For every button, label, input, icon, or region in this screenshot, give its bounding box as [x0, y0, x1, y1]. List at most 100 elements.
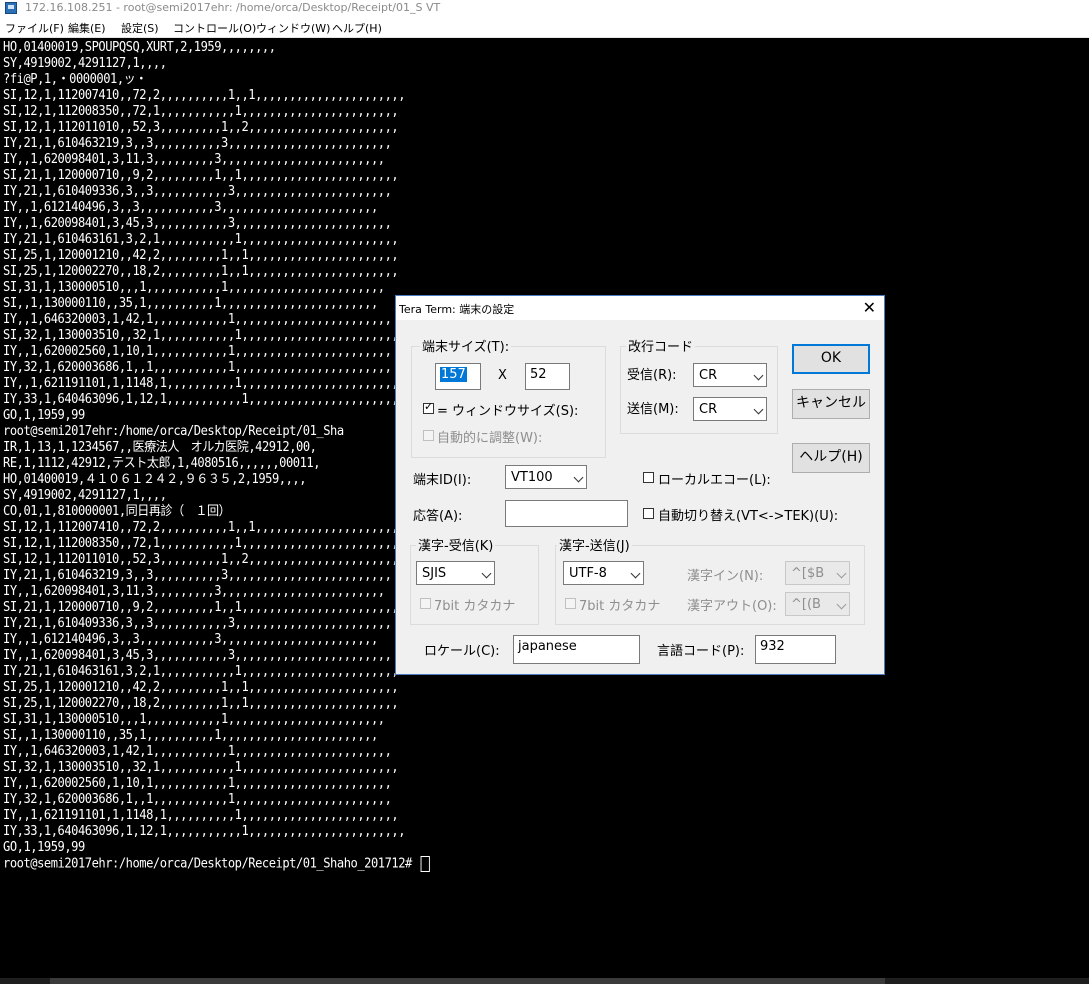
menu-setup[interactable]: 設定(S) — [121, 20, 159, 36]
kanji-receive-select[interactable]: SJIS — [416, 561, 495, 585]
terminal-line: IY,,1,621191101,1,1148,1,,,,,,,,,,1,,,,,… — [3, 808, 399, 823]
terminal-line: IY,21,1,610463161,3,2,1,,,,,,,,,,,1,,,,,… — [3, 232, 399, 247]
chevron-down-icon — [753, 404, 764, 415]
terminal-line: SI,31,1,130000510,,,1,,,,,,,,,,,1,,,,,,,… — [3, 712, 385, 727]
auto-adjust-label: 自動的に調整(W): — [437, 431, 543, 446]
terminal-line: IY,,1,620002560,1,10,1,,,,,,,,,,,1,,,,,,… — [3, 776, 392, 791]
terminal-line: SY,4919002,4291127,1,,,, — [3, 488, 167, 503]
terminal-line: IY,,1,612140496,3,,3,,,,,,,,,,,3,,,,,,,,… — [3, 200, 378, 215]
terminal-line: SI,25,1,120001210,,42,2,,,,,,,,,1,,1,,,,… — [3, 248, 399, 263]
terminal-line: GO,1,1959,99 — [3, 840, 85, 855]
window-size-checkbox[interactable] — [423, 400, 434, 414]
terminal-line: SI,25,1,120002270,,18,2,,,,,,,,,1,,1,,,,… — [3, 264, 399, 279]
answerback-input[interactable] — [505, 500, 628, 527]
text-cursor — [420, 856, 430, 872]
dialog-title: Tera Term: 端末の設定 — [399, 303, 515, 316]
cancel-button[interactable]: キャンセル — [792, 389, 870, 419]
terminal-line: SI,21,1,120000710,,9,2,,,,,,,,,1,,1,,,,,… — [3, 168, 399, 183]
scrollbar-thumb[interactable] — [50, 978, 885, 984]
terminal-line: SI,12,1,112007410,,72,2,,,,,,,,,,1,,1,,,… — [3, 520, 406, 535]
terminal-line: IR,1,13,1,1234567,,医療法人 オルカ医院,42912,00, — [3, 440, 317, 455]
kanji-receive-label: 漢字-受信(K) — [416, 535, 496, 554]
terminal-line: SI,12,1,112011010,,52,3,,,,,,,,,1,,2,,,,… — [3, 120, 399, 135]
terminal-line: SY,4919002,4291127,1,,,, — [3, 56, 167, 71]
dialog-titlebar: Tera Term: 端末の設定 ✕ — [396, 296, 884, 320]
menu-window[interactable]: ウィンドウ(W) — [256, 20, 330, 36]
terminal-line: IY,33,1,640463096,1,12,1,,,,,,,,,,,1,,,,… — [3, 392, 406, 407]
chevron-down-icon — [630, 568, 641, 579]
auto-switch-label: 自動切り替え(VT<->TEK)(U): — [658, 509, 839, 524]
kanji-out-value: ^[(B — [791, 597, 821, 612]
terminal-line: IY,,1,620002560,1,10,1,,,,,,,,,,,1,,,,,,… — [3, 344, 392, 359]
terminal-line: ?fi@P,1,・0000001,ッ・ — [3, 72, 147, 87]
terminal-id-select[interactable]: VT100 — [505, 465, 587, 489]
chevron-down-icon — [836, 568, 847, 579]
terminal-line: IY,,1,612140496,3,,3,,,,,,,,,,,3,,,,,,,,… — [3, 632, 378, 647]
terminal-line: IY,,1,646320003,1,42,1,,,,,,,,,,,1,,,,,,… — [3, 312, 392, 327]
codepage-label: 言語コード(P): — [657, 644, 745, 659]
shell-prompt: root@semi2017ehr:/home/orca/Desktop/Rece… — [3, 856, 430, 872]
terminal-line: IY,21,1,610409336,3,,3,,,,,,,,,,,3,,,,,,… — [3, 616, 392, 631]
help-button[interactable]: ヘルプ(H) — [792, 443, 870, 473]
terminal-line: IY,33,1,640463096,1,12,1,,,,,,,,,,,1,,,,… — [3, 824, 406, 839]
terminal-size-label: 端末サイズ(T): — [420, 336, 512, 355]
terminal-line: SI,21,1,120000710,,9,2,,,,,,,,,1,,1,,,,,… — [3, 600, 399, 615]
terminal-id-label: 端末ID(I): — [413, 473, 472, 488]
kanji-send-value: UTF-8 — [569, 566, 607, 581]
newline-label: 改行コード — [626, 336, 696, 355]
close-icon[interactable]: ✕ — [863, 298, 876, 317]
local-echo-label: ローカルエコー(L): — [658, 473, 771, 488]
kanji-out-label: 漢字アウト(O): — [687, 599, 777, 614]
terminal-line: HO,01400019,４１０６１２４２,９６３５,2,1959,,,, — [3, 472, 307, 487]
kanji-send-label: 漢字-送信(J) — [557, 535, 632, 554]
terminal-line: GO,1,1959,99 — [3, 408, 85, 423]
terminal-line: SI,32,1,130003510,,32,1,,,,,,,,,,,1,,,,,… — [3, 760, 399, 775]
auto-adjust-checkbox[interactable] — [423, 430, 434, 441]
kanji-send-7bit-label: 7bit カタカナ — [579, 599, 661, 614]
local-echo-checkbox[interactable] — [643, 472, 654, 483]
menu-file[interactable]: ファイル(F) — [5, 20, 64, 36]
kanji-receive-value: SJIS — [422, 566, 447, 581]
chevron-down-icon — [753, 370, 764, 381]
horizontal-scrollbar[interactable] — [0, 978, 1089, 984]
receive-newline-value: CR — [699, 368, 718, 383]
terminal-line: SI,,1,130000110,,35,1,,,,,,,,,,1,,,,,,,,… — [3, 728, 378, 743]
terminal-line: IY,21,1,610463161,3,2,1,,,,,,,,,,,1,,,,,… — [3, 664, 399, 679]
kanji-out-select[interactable]: ^[(B — [785, 592, 850, 616]
receive-newline-select[interactable]: CR — [693, 363, 767, 387]
terminal-line: IY,,1,620098401,3,45,3,,,,,,,,,,,3,,,,,,… — [3, 216, 392, 231]
terminal-width-input[interactable]: 157 — [435, 363, 481, 390]
send-newline-select[interactable]: CR — [693, 397, 767, 421]
ok-button[interactable]: OK — [792, 344, 870, 374]
teraterm-app-icon[interactable] — [5, 2, 17, 14]
terminal-line: IY,,1,646320003,1,42,1,,,,,,,,,,,1,,,,,,… — [3, 744, 392, 759]
terminal-setup-dialog: Tera Term: 端末の設定 ✕ 端末サイズ(T): 157 X 52 = … — [395, 295, 885, 675]
chevron-down-icon — [836, 599, 847, 610]
auto-switch-checkbox[interactable] — [643, 508, 654, 519]
kanji-receive-7bit-label: 7bit カタカナ — [434, 599, 516, 614]
terminal-line: IY,32,1,620003686,1,,1,,,,,,,,,,,1,,,,,,… — [3, 360, 392, 375]
kanji-receive-7bit-checkbox[interactable] — [420, 598, 431, 609]
menu-control[interactable]: コントロール(O) — [173, 20, 256, 36]
menu-edit[interactable]: 編集(E) — [68, 20, 106, 36]
terminal-line: IY,,1,620098401,3,45,3,,,,,,,,,,,3,,,,,,… — [3, 648, 392, 663]
receive-label: 受信(R): — [627, 368, 677, 383]
locale-input[interactable]: japanese — [513, 635, 640, 664]
terminal-line: IY,21,1,610409336,3,,3,,,,,,,,,,,3,,,,,,… — [3, 184, 392, 199]
send-newline-value: CR — [699, 402, 718, 417]
terminal-line: RE,1,1112,42912,テスト太郎,1,4080516,,,,,,000… — [3, 456, 321, 471]
kanji-in-value: ^[$B — [791, 566, 825, 581]
prompt-text: root@semi2017ehr:/home/orca/Desktop/Rece… — [3, 856, 419, 872]
terminal-height-input[interactable]: 52 — [525, 363, 570, 390]
codepage-input[interactable]: 932 — [755, 635, 836, 664]
menu-help[interactable]: ヘルプ(H) — [332, 20, 382, 36]
terminal-line: root@semi2017ehr:/home/orca/Desktop/Rece… — [3, 424, 344, 439]
terminal-line: SI,25,1,120002270,,18,2,,,,,,,,,1,,1,,,,… — [3, 696, 399, 711]
window-title: 172.16.108.251 - root@semi2017ehr: /home… — [25, 1, 441, 14]
terminal-line: SI,12,1,112008350,,72,1,,,,,,,,,,,1,,,,,… — [3, 536, 399, 551]
kanji-send-7bit-checkbox[interactable] — [565, 598, 576, 609]
kanji-send-select[interactable]: UTF-8 — [563, 561, 644, 585]
kanji-in-select[interactable]: ^[$B — [785, 561, 850, 585]
chevron-down-icon — [481, 568, 492, 579]
terminal-line: SI,32,1,130003510,,32,1,,,,,,,,,,,1,,,,,… — [3, 328, 399, 343]
